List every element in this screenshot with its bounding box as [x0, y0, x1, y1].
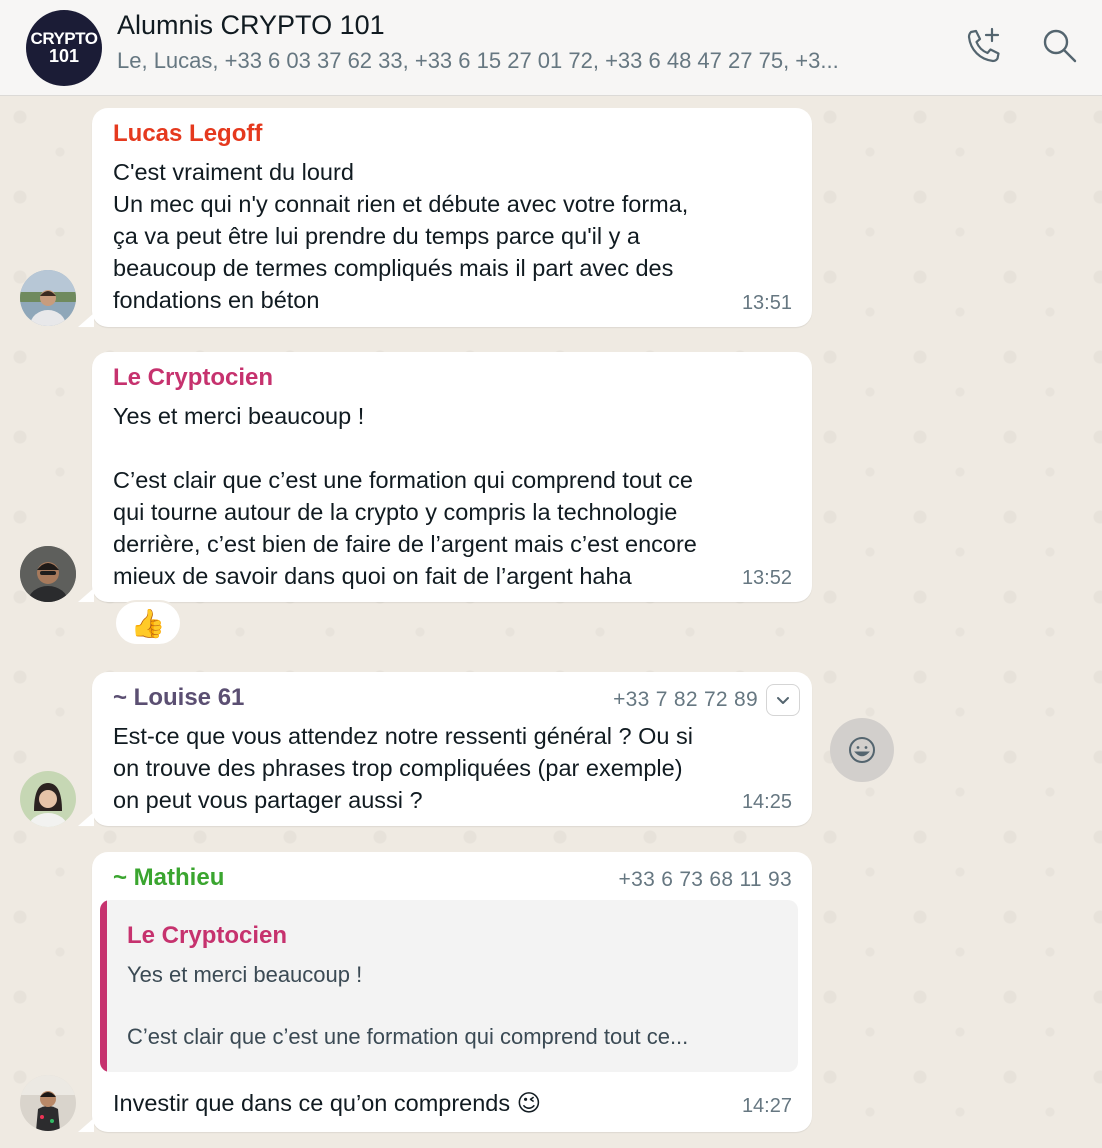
message-bubble[interactable]: Le Cryptocien Yes et merci beaucoup ! C’… — [78, 352, 812, 602]
sender-phone[interactable]: +33 7 82 72 89 — [613, 688, 758, 712]
emoji-icon[interactable] — [830, 718, 894, 782]
group-title[interactable]: Alumnis CRYPTO 101 — [117, 10, 385, 41]
message-sender[interactable]: ~ Mathieu — [113, 864, 224, 892]
avatar[interactable] — [20, 270, 76, 326]
search-icon[interactable] — [1038, 24, 1082, 68]
quoted-text-line1: Yes et merci beaucoup ! — [127, 962, 363, 987]
message-text: Est-ce que vous attendez notre ressenti … — [113, 723, 693, 813]
quoted-message[interactable]: Le Cryptocien Yes et merci beaucoup ! C’… — [100, 900, 798, 1072]
message-bubble[interactable]: ~ Louise 61 +33 7 82 72 89 Est-ce que vo… — [78, 672, 812, 826]
group-avatar-line2: 101 — [48, 46, 80, 67]
bubble-tail — [78, 1118, 94, 1132]
group-members[interactable]: Le, Lucas, +33 6 03 37 62 33, +33 6 15 2… — [117, 48, 937, 74]
quoted-text-line2: C’est clair que c’est une formation qui … — [127, 1024, 689, 1049]
message-time: 13:52 — [741, 567, 792, 589]
bubble-tail — [78, 588, 94, 602]
message-time: 14:25 — [741, 791, 792, 813]
group-avatar-line1: CRYPTO — [30, 28, 98, 48]
reaction-badge[interactable]: 👍 — [114, 600, 182, 646]
message-time: 13:51 — [741, 292, 792, 314]
chat-header[interactable]: CRYPTO 101 Alumnis CRYPTO 101 Le, Lucas,… — [0, 0, 1102, 96]
bubble-tail — [78, 313, 94, 327]
message-sender[interactable]: Le Cryptocien — [113, 364, 273, 392]
avatar[interactable] — [20, 771, 76, 827]
avatar[interactable] — [20, 546, 76, 602]
sender-phone[interactable]: +33 6 73 68 11 93 — [619, 868, 792, 892]
group-avatar[interactable]: CRYPTO 101 — [26, 10, 102, 86]
message-text: Investir que dans ce qu’on comprends 😉 — [113, 1090, 542, 1116]
quoted-sender: Le Cryptocien — [127, 922, 288, 949]
message-bubble[interactable]: ~ Mathieu +33 6 73 68 11 93 Le Cryptocie… — [78, 852, 812, 1132]
add-call-icon[interactable] — [962, 24, 1006, 68]
avatar[interactable] — [20, 1075, 76, 1131]
quote-bar — [100, 900, 107, 1072]
bubble-tail — [78, 812, 94, 826]
message-sender[interactable]: Lucas Legoff — [113, 120, 262, 148]
message-time: 14:27 — [741, 1095, 792, 1117]
message-text: C'est vraiment du lourd Un mec qui n'y c… — [113, 159, 689, 313]
chevron-down-icon[interactable] — [766, 684, 800, 716]
message-bubble[interactable]: Lucas Legoff C'est vraiment du lourd Un … — [78, 108, 812, 327]
message-sender[interactable]: ~ Louise 61 — [113, 684, 244, 712]
message-text: Yes et merci beaucoup ! C’est clair que … — [113, 403, 697, 589]
